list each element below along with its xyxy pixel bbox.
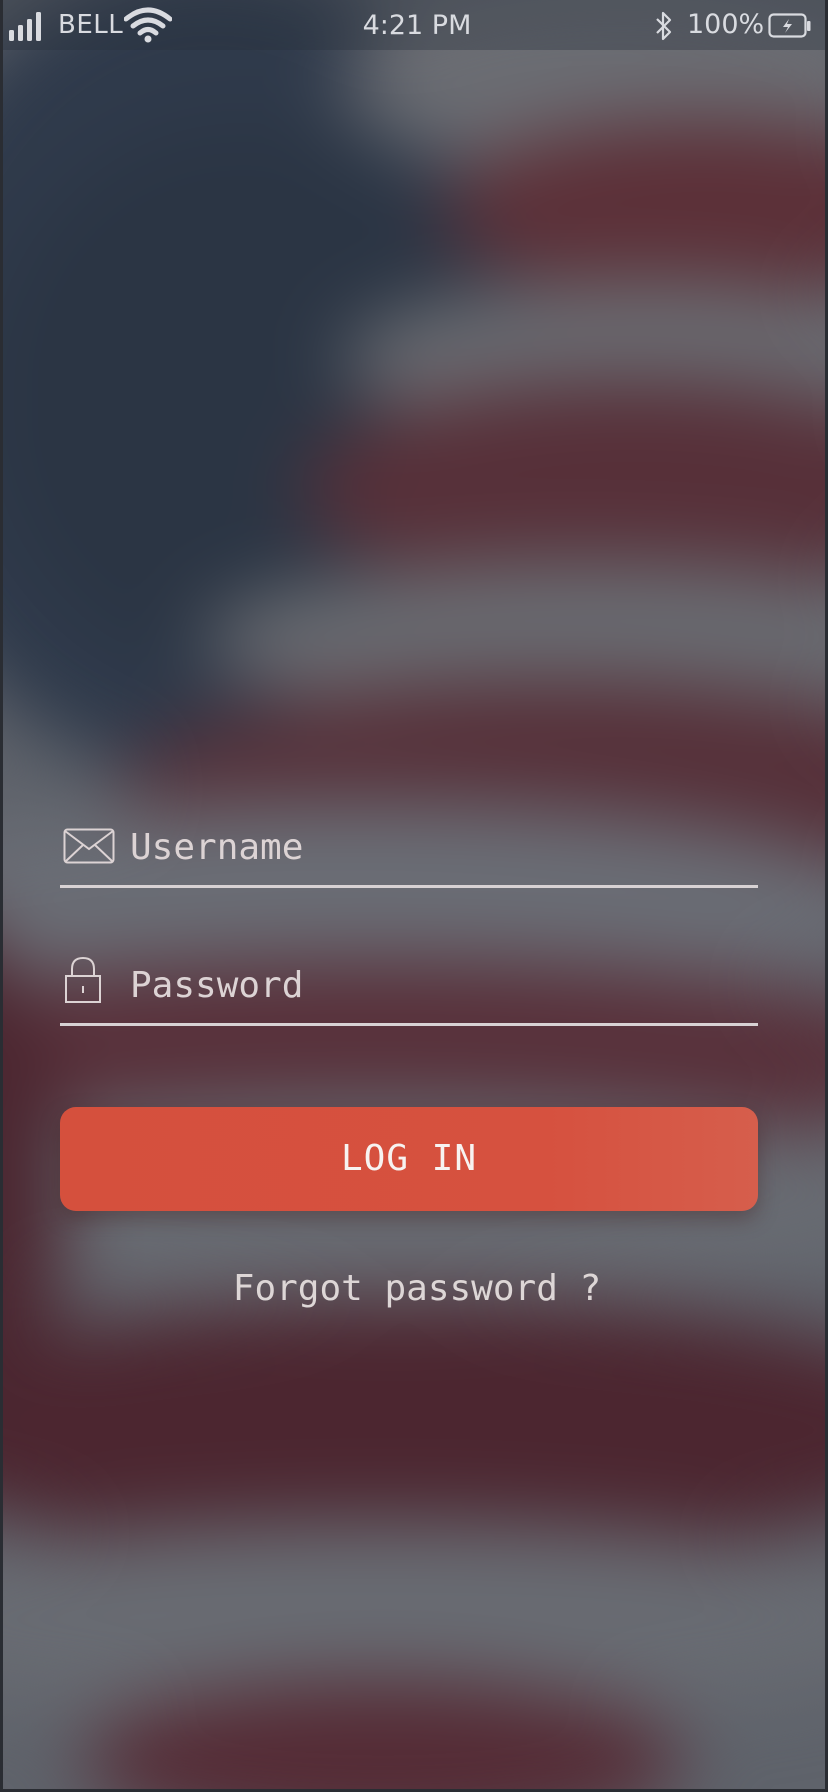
background-image — [3, 0, 825, 1789]
mail-icon — [63, 828, 115, 868]
battery-charging-icon — [768, 13, 812, 46]
password-input[interactable] — [130, 953, 750, 1017]
username-field — [60, 815, 758, 888]
login-screen: BELL 4:21 PM 100% Username LOG IN Forgot… — [0, 0, 828, 1792]
username-input[interactable] — [130, 815, 750, 879]
login-button[interactable]: LOG IN — [60, 1107, 758, 1211]
forgot-password-link[interactable]: Forgot password ? — [3, 1268, 825, 1309]
battery-percent: 100% — [687, 9, 765, 40]
password-field — [60, 953, 758, 1026]
lock-icon — [63, 956, 103, 1008]
status-bar: BELL 4:21 PM 100% — [3, 0, 825, 50]
bluetooth-icon — [654, 10, 674, 49]
